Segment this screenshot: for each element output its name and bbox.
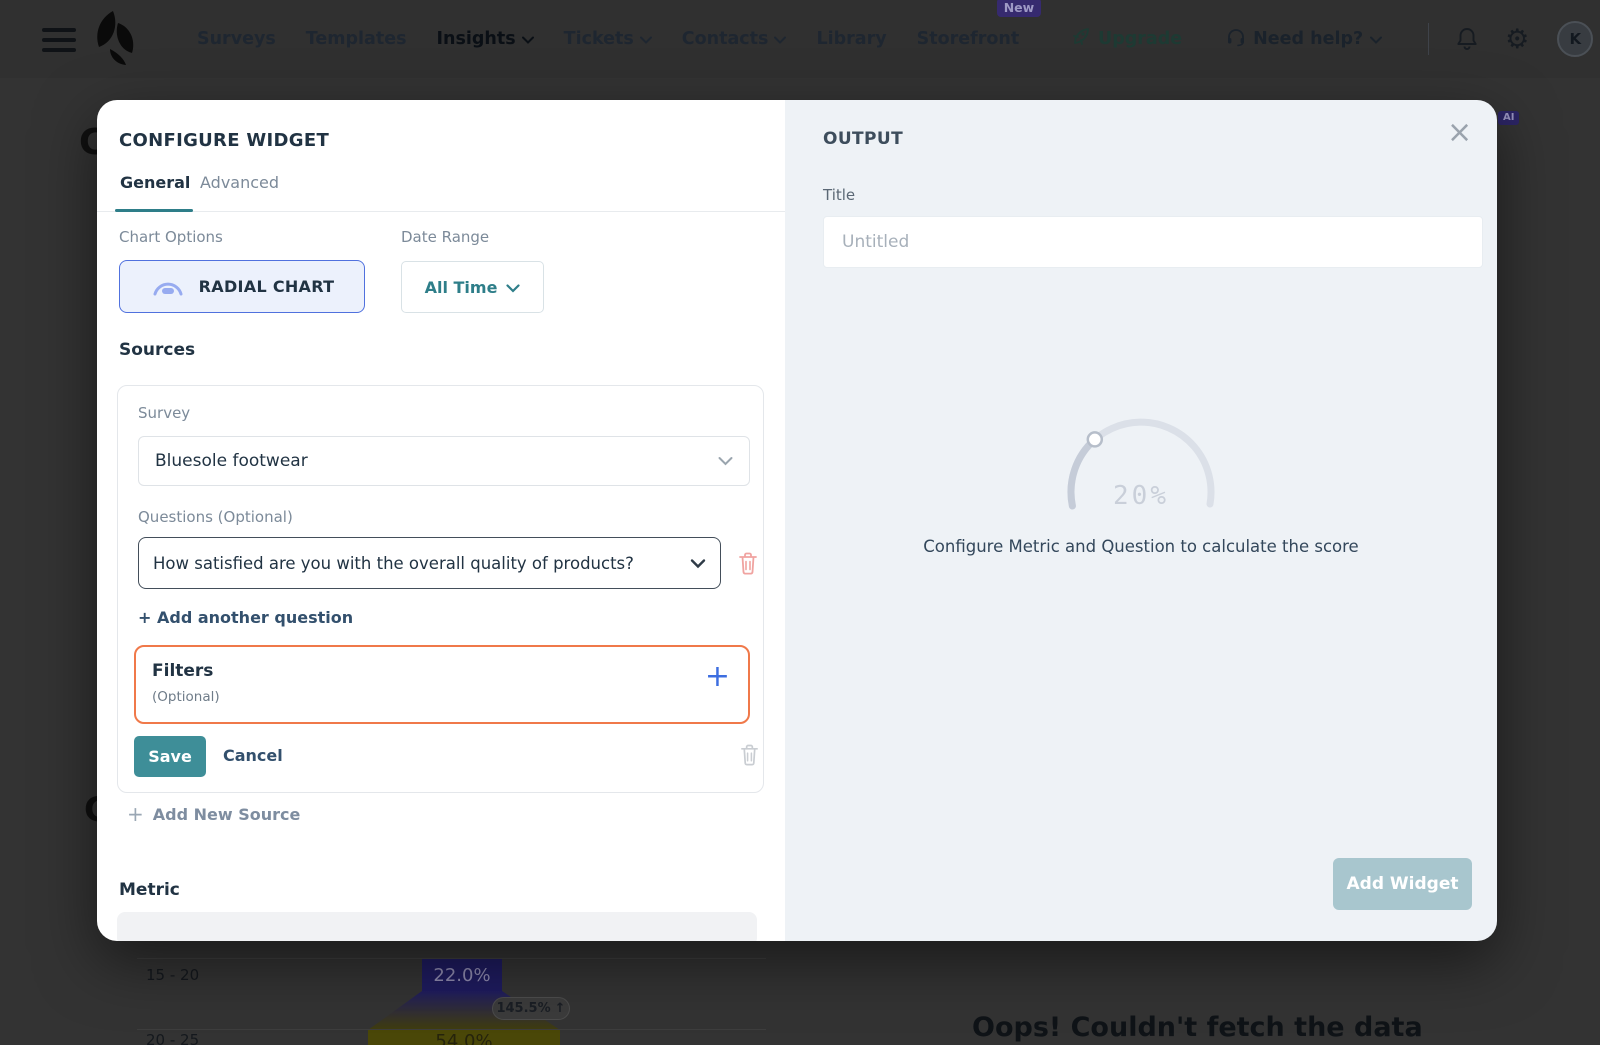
widget-title-input[interactable]	[823, 216, 1483, 268]
add-new-source-button[interactable]: + Add New Source	[127, 804, 300, 824]
tab-advanced[interactable]: Advanced	[200, 173, 279, 192]
source-card: Survey Bluesole footwear Questions (Opti…	[117, 385, 764, 793]
chart-options-label: Chart Options	[119, 228, 223, 246]
survey-label: Survey	[138, 404, 191, 422]
ai-badge: AI	[1498, 111, 1520, 125]
gauge-knob	[1086, 431, 1104, 448]
configure-panel: CONFIGURE WIDGET General Advanced Chart …	[97, 100, 785, 941]
nav-item-storefront[interactable]: Storefront New	[917, 0, 1042, 49]
tab-general[interactable]: General	[120, 173, 190, 192]
chevron-down-icon	[690, 554, 706, 573]
upgrade-button[interactable]: Upgrade	[1072, 27, 1182, 51]
add-another-question-button[interactable]: + Add another question	[138, 608, 353, 627]
chevron-down-icon	[774, 29, 787, 49]
survey-select[interactable]: Bluesole footwear	[138, 436, 750, 486]
headset-icon	[1226, 27, 1246, 52]
save-button[interactable]: Save	[134, 736, 206, 777]
nav-right-group: Upgrade Need help? ⚙ K	[1072, 0, 1594, 78]
date-range-label: Date Range	[401, 228, 490, 246]
chevron-down-icon	[1370, 29, 1383, 49]
funnel-row-label: 20 - 25	[146, 1031, 200, 1045]
questions-label: Questions (Optional)	[138, 508, 293, 526]
chevron-down-icon	[718, 451, 733, 471]
modal-title: CONFIGURE WIDGET	[119, 130, 330, 151]
arrow-up-icon: ↑	[554, 1001, 566, 1016]
sources-heading: Sources	[119, 340, 196, 360]
nav-item-library[interactable]: Library	[816, 29, 886, 49]
filters-label: Filters	[152, 661, 214, 681]
hamburger-menu-icon[interactable]	[42, 28, 76, 52]
chevron-down-icon	[521, 29, 534, 49]
nav-item-contacts[interactable]: Contacts	[682, 29, 787, 49]
fetch-error-text: Oops! Couldn't fetch the data	[972, 1012, 1423, 1043]
tab-divider	[97, 211, 785, 212]
screen: Surveys Templates Insights Tickets Conta…	[0, 0, 1600, 1045]
metric-select-partial[interactable]	[117, 912, 757, 941]
notifications-bell-icon[interactable]	[1455, 26, 1479, 52]
date-range-select[interactable]: All Time	[401, 261, 544, 313]
add-filter-plus-icon[interactable]: +	[705, 662, 730, 692]
new-badge: New	[996, 0, 1042, 17]
funnel-row-label: 15 - 20	[146, 966, 200, 984]
output-panel: OUTPUT × Title 20% Configure Metric and …	[785, 100, 1497, 941]
plus-icon: +	[127, 802, 144, 826]
close-icon[interactable]: ×	[1447, 118, 1472, 148]
nav-item-insights[interactable]: Insights	[437, 29, 534, 49]
settings-gear-icon[interactable]: ⚙	[1505, 26, 1529, 53]
app-logo-leaf-icon[interactable]	[88, 9, 142, 71]
delete-source-trash-icon[interactable]	[740, 744, 759, 766]
funnel-change-badge: 145.5% ↑	[492, 997, 570, 1020]
funnel-bar: 22.0%	[422, 959, 502, 992]
radial-gauge-icon	[150, 273, 186, 301]
rocket-icon	[1072, 27, 1091, 51]
active-tab-underline	[115, 209, 193, 212]
widget-title-label: Title	[823, 186, 856, 204]
plus-icon: +	[138, 608, 152, 627]
funnel-bar: 54.0%	[368, 1030, 560, 1045]
nav-item-surveys[interactable]: Surveys	[197, 29, 276, 49]
filters-optional-label: (Optional)	[152, 689, 220, 705]
gauge-value: 20%	[1113, 481, 1169, 511]
delete-question-trash-icon[interactable]	[738, 552, 758, 575]
metric-heading: Metric	[119, 880, 180, 900]
nav-divider	[1428, 23, 1430, 55]
chart-type-radial-button[interactable]: RADIAL CHART	[119, 260, 365, 313]
chevron-down-icon	[506, 278, 521, 297]
configure-widget-modal: CONFIGURE WIDGET General Advanced Chart …	[97, 100, 1497, 941]
filters-section[interactable]: Filters (Optional) +	[134, 645, 750, 724]
chevron-down-icon	[639, 29, 652, 49]
question-select[interactable]: How satisfied are you with the overall q…	[138, 537, 721, 589]
user-avatar[interactable]: K	[1557, 21, 1594, 57]
output-heading: OUTPUT	[823, 129, 904, 149]
configure-hint-text: Configure Metric and Question to calcula…	[923, 537, 1359, 556]
need-help-menu[interactable]: Need help?	[1226, 27, 1383, 52]
top-navbar: Surveys Templates Insights Tickets Conta…	[0, 0, 1600, 78]
nav-menu: Surveys Templates Insights Tickets Conta…	[197, 0, 1042, 78]
nav-item-tickets[interactable]: Tickets	[564, 29, 652, 49]
cancel-button[interactable]: Cancel	[223, 746, 283, 765]
nav-item-templates[interactable]: Templates	[306, 29, 407, 49]
add-widget-button[interactable]: Add Widget	[1333, 858, 1472, 910]
